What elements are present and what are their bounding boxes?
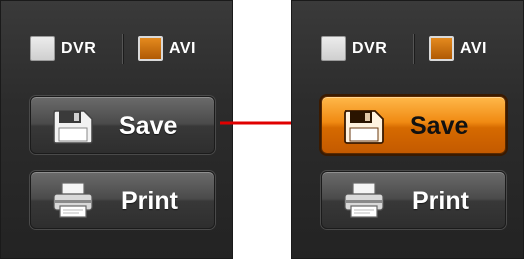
dvr-checkbox[interactable]: DVR (321, 34, 407, 64)
print-button[interactable]: Print (30, 171, 215, 229)
dvr-checkbox[interactable]: DVR (30, 34, 116, 64)
floppy-disk-icon (53, 110, 93, 144)
control-panel-before: DVR AVI Save Print (0, 0, 233, 259)
dvr-label: DVR (352, 40, 388, 57)
print-button-label: Print (412, 187, 469, 215)
avi-checkbox[interactable]: AVI (138, 34, 230, 64)
avi-checkbox-box[interactable] (138, 36, 163, 61)
printer-icon (53, 182, 93, 218)
save-button-highlighted[interactable]: Save (321, 96, 506, 154)
dvr-checkbox-box[interactable] (321, 36, 346, 61)
avi-checkbox[interactable]: AVI (429, 34, 521, 64)
printer-icon (344, 182, 384, 218)
format-selector: DVR AVI (30, 34, 230, 64)
control-panel-after: DVR AVI Save Print (291, 0, 524, 259)
print-button[interactable]: Print (321, 171, 506, 229)
dvr-label: DVR (61, 40, 97, 57)
dvr-checkbox-box[interactable] (30, 36, 55, 61)
print-button-label: Print (121, 187, 178, 215)
floppy-disk-icon (344, 110, 384, 144)
format-divider (413, 34, 414, 64)
avi-label: AVI (460, 40, 487, 57)
avi-label: AVI (169, 40, 196, 57)
avi-checkbox-box[interactable] (429, 36, 454, 61)
format-divider (122, 34, 123, 64)
save-button[interactable]: Save (30, 96, 215, 154)
save-button-label: Save (410, 112, 469, 140)
format-selector: DVR AVI (321, 34, 521, 64)
save-button-label: Save (119, 112, 178, 140)
